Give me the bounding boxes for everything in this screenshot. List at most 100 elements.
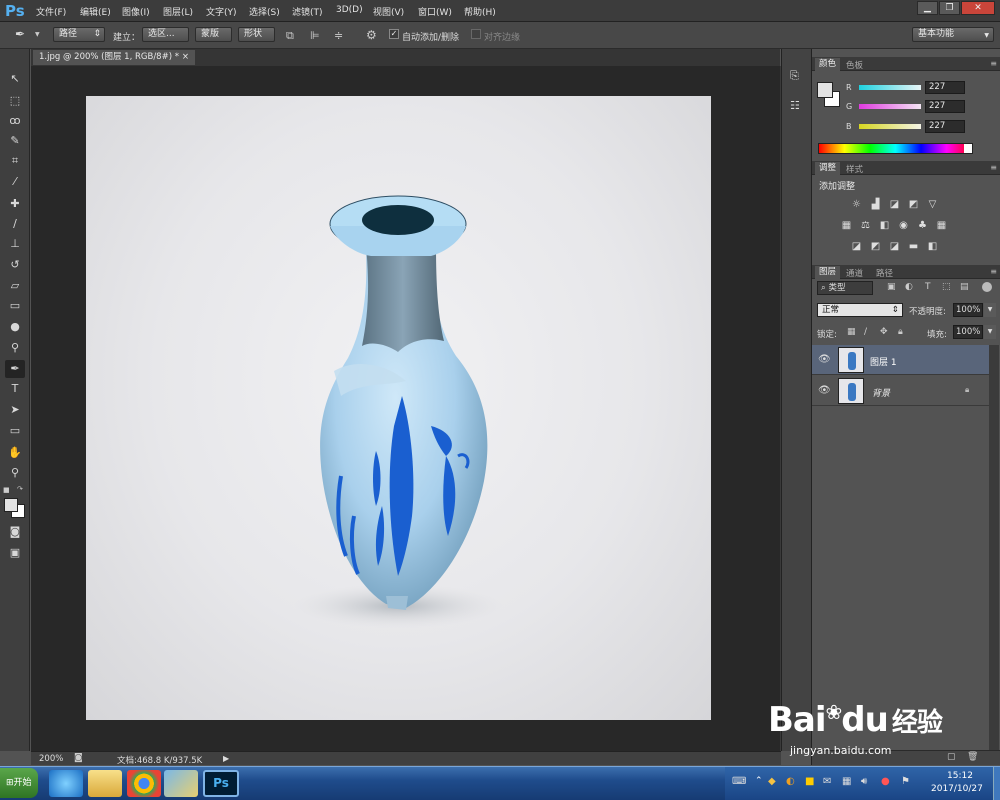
menu-select[interactable]: 选择(S) [249, 5, 280, 18]
default-colors-icon[interactable]: ■ [3, 486, 10, 494]
start-button[interactable]: ⊞开始 [0, 768, 38, 798]
filter-adjustment-icon[interactable]: ◐ [905, 282, 913, 292]
opacity-input[interactable]: 100% [953, 303, 983, 317]
rectangle-tool-icon[interactable]: ▭ [5, 422, 25, 440]
fill-dropdown-icon[interactable]: ▼ [984, 325, 996, 339]
auto-add-delete-checkbox[interactable]: ✓ [389, 29, 399, 39]
menu-file[interactable]: 文件(F) [36, 5, 66, 18]
eraser-tool-icon[interactable]: ▱ [5, 277, 25, 295]
photoshop-taskbar-icon[interactable]: Ps [203, 770, 239, 797]
layer-row-layer1[interactable]: 👁︎ 图层 1 [812, 345, 989, 375]
workspace-select[interactable]: 基本功能 ▼ [912, 27, 994, 42]
layer-row-background[interactable]: 👁︎ 背景 🔒︎ [812, 376, 989, 406]
tab-adjustments[interactable]: 调整 [815, 162, 841, 175]
channel-r-input[interactable]: 227 [925, 81, 965, 94]
brightness-contrast-icon[interactable]: ☼ [850, 199, 863, 210]
menu-filter[interactable]: 滤镜(T) [292, 5, 323, 18]
quick-selection-tool-icon[interactable]: ✎ [5, 132, 25, 150]
channel-r-slider[interactable] [859, 85, 921, 90]
close-tab-icon[interactable]: × [182, 50, 189, 65]
properties-panel-icon[interactable]: ☷ [790, 99, 800, 112]
quick-mask-icon[interactable]: ◙ [5, 523, 25, 541]
screen-mode-icon[interactable]: ▣ [5, 544, 25, 562]
menu-help[interactable]: 帮助(H) [464, 5, 496, 18]
zoom-tool-icon[interactable]: ⚲ [5, 464, 25, 482]
tray-expand-icon[interactable]: ⌃ [755, 776, 763, 786]
blend-mode-select[interactable]: 正常 ⇕ [817, 303, 903, 317]
menu-edit[interactable]: 编辑(E) [80, 5, 111, 18]
show-desktop-button[interactable] [993, 767, 1000, 800]
path-arrangement-icon[interactable]: ≑ [334, 29, 343, 42]
blur-tool-icon[interactable]: ● [5, 318, 25, 336]
gear-icon[interactable]: ⚙ [366, 28, 377, 42]
spectrum-white-swatch[interactable] [964, 144, 972, 153]
tab-channels[interactable]: 通道 [842, 267, 867, 279]
menu-layer[interactable]: 图层(L) [163, 5, 193, 18]
menu-view[interactable]: 视图(V) [373, 5, 404, 18]
menu-type[interactable]: 文字(Y) [206, 5, 237, 18]
panel-menu-icon[interactable]: ≡ [990, 267, 997, 276]
foreground-color-swatch[interactable] [4, 498, 18, 512]
shape-button[interactable]: 形状 [238, 27, 275, 42]
layer-name[interactable]: 背景 [872, 386, 890, 399]
photo-filter-icon[interactable]: ◉ [897, 220, 910, 231]
history-brush-tool-icon[interactable]: ↺ [5, 256, 25, 274]
channel-b-input[interactable]: 227 [925, 120, 965, 133]
dodge-tool-icon[interactable]: ⚲ [5, 339, 25, 357]
tray-app-icon[interactable]: ● [881, 776, 890, 787]
clock-time[interactable]: 15:12 [947, 771, 973, 781]
marquee-tool-icon[interactable]: ⬚ [5, 92, 25, 110]
move-tool-icon[interactable]: ↖ [5, 70, 25, 88]
lock-all-icon[interactable]: 🔒︎ [898, 327, 903, 337]
posterize-icon[interactable]: ◩ [869, 241, 882, 252]
channel-b-slider[interactable] [859, 124, 921, 129]
status-arrow-icon[interactable]: ▶ [223, 754, 229, 763]
eye-icon[interactable]: 👁︎ [818, 354, 831, 365]
chrome-icon[interactable] [127, 770, 161, 797]
path-selection-tool-icon[interactable]: ➤ [5, 401, 25, 419]
eyedropper-tool-icon[interactable]: ⁄ [5, 173, 25, 191]
pen-mode-select[interactable]: 路径 ⇕ [53, 27, 105, 42]
gradient-tool-icon[interactable]: ▭ [5, 297, 25, 315]
hand-tool-icon[interactable]: ✋ [5, 444, 25, 462]
crop-tool-icon[interactable]: ⌗ [5, 152, 25, 170]
channel-g-slider[interactable] [859, 104, 921, 109]
clock-date[interactable]: 2017/10/27 [931, 784, 983, 794]
panel-menu-icon[interactable]: ≡ [990, 163, 997, 172]
paint-icon[interactable] [164, 770, 198, 797]
black-white-icon[interactable]: ◧ [878, 220, 891, 231]
file-explorer-icon[interactable] [88, 770, 122, 797]
pen-tool-icon[interactable]: ✒ [15, 27, 25, 41]
document-canvas[interactable] [86, 96, 711, 720]
flag-icon[interactable]: ⚑ [901, 776, 910, 787]
tray-app-icon[interactable]: ◐ [786, 776, 795, 787]
menu-window[interactable]: 窗口(W) [418, 5, 452, 18]
filter-pixel-icon[interactable]: ▣ [887, 282, 896, 292]
tray-app-icon[interactable]: ✉ [823, 776, 831, 787]
filter-type-icon[interactable]: T [925, 282, 931, 292]
fg-color-chip[interactable] [817, 82, 833, 98]
opacity-dropdown-icon[interactable]: ▼ [984, 303, 996, 317]
color-balance-icon[interactable]: ⚖ [859, 220, 872, 231]
close-window-button[interactable]: ✕ [961, 1, 995, 15]
eye-icon[interactable]: 👁︎ [818, 385, 831, 396]
threshold-icon[interactable]: ◪ [888, 241, 901, 252]
selective-color-icon[interactable]: ◧ [926, 241, 939, 252]
internet-explorer-icon[interactable] [49, 770, 83, 797]
filter-toggle-icon[interactable] [982, 282, 992, 292]
exposure-icon[interactable]: ◩ [907, 199, 920, 210]
fill-input[interactable]: 100% [953, 325, 983, 339]
color-spectrum-bar[interactable] [818, 143, 973, 154]
tool-preset-chevron-icon[interactable]: ▼ [35, 31, 40, 38]
gradient-map-icon[interactable]: ▬ [907, 241, 920, 252]
tray-app-icon[interactable]: ■ [805, 776, 814, 787]
lock-transparent-icon[interactable]: ▦ [847, 327, 856, 337]
tab-paths[interactable]: 路径 [872, 267, 897, 279]
filter-shape-icon[interactable]: ⬚ [942, 282, 951, 292]
type-tool-icon[interactable]: T [5, 380, 25, 398]
levels-icon[interactable]: ▟ [869, 199, 882, 210]
trash-icon[interactable]: 🗑︎ [967, 752, 978, 762]
path-alignment-icon[interactable]: ⊫ [310, 29, 320, 42]
layer-name[interactable]: 图层 1 [870, 355, 897, 368]
layer-filter-select[interactable]: ⌕ 类型 [817, 281, 873, 295]
